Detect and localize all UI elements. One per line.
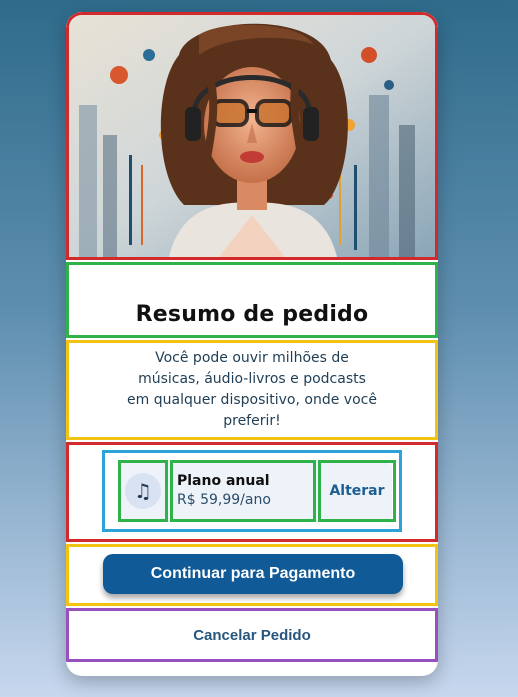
plan-name: Plano anual bbox=[177, 473, 270, 489]
change-plan-label: Alterar bbox=[329, 483, 385, 499]
plan-icon-container: ♫ bbox=[118, 460, 168, 522]
music-note-icon: ♫ bbox=[125, 473, 161, 509]
continue-to-payment-button[interactable]: Continuar para Pagamento bbox=[103, 554, 403, 594]
plan-info: Plano anual R$ 59,99/ano bbox=[170, 460, 316, 522]
description-text: Você pode ouvir milhões de músicas, áudi… bbox=[127, 350, 377, 429]
change-plan-button[interactable]: Alterar bbox=[318, 460, 396, 522]
cancel-section: Cancelar Pedido bbox=[66, 608, 438, 662]
page-title: Resumo de pedido bbox=[135, 302, 369, 327]
title-section: Resumo de pedido bbox=[66, 262, 438, 338]
order-summary-card: Resumo de pedido Você pode ouvir milhões… bbox=[66, 12, 438, 676]
description-section: Você pode ouvir milhões de músicas, áudi… bbox=[66, 340, 438, 440]
plan-section: ♫ Plano anual R$ 59,99/ano Alterar bbox=[66, 442, 438, 542]
plan-price: R$ 59,99/ano bbox=[177, 492, 271, 508]
plan-card: ♫ Plano anual R$ 59,99/ano Alterar bbox=[102, 450, 402, 532]
hero-illustration bbox=[66, 12, 438, 260]
woman-headphones-illustration bbox=[69, 15, 435, 257]
cancel-order-link[interactable]: Cancelar Pedido bbox=[193, 627, 311, 644]
plan-card-inner: ♫ Plano anual R$ 59,99/ano Alterar bbox=[118, 460, 396, 522]
continue-section: Continuar para Pagamento bbox=[66, 544, 438, 606]
